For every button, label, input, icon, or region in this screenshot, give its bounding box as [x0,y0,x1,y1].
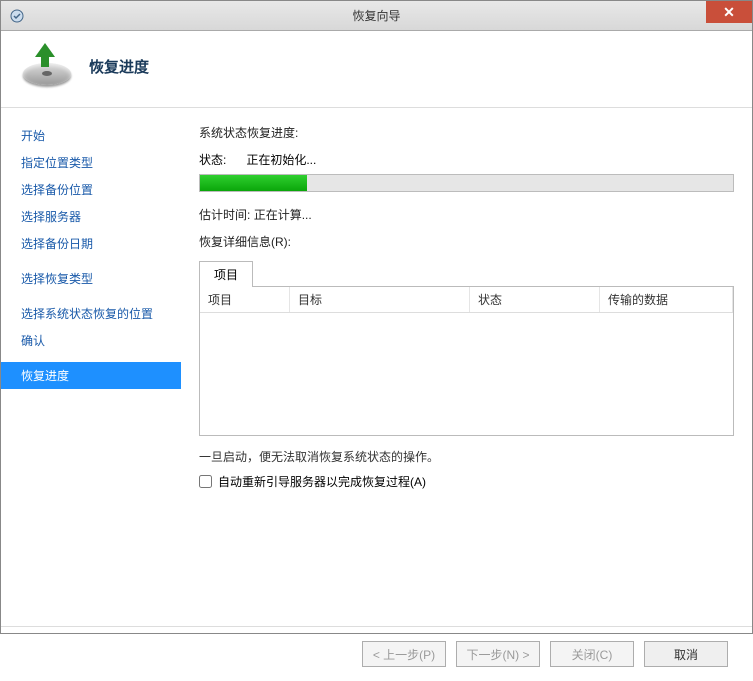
sidebar-item-start[interactable]: 开始 [1,122,181,149]
sidebar-item-backup-date[interactable]: 选择备份日期 [1,230,181,257]
page-title: 恢复进度 [89,56,149,77]
details-tabs: 项目 项目 目标 状态 传输的数据 [199,260,734,436]
estimate-label: 估计时间: [199,208,250,222]
status-row: 状态: 正在初始化... [199,151,734,168]
sidebar-item-recovery-type[interactable]: 选择恢复类型 [1,265,181,292]
sidebar-item-recovery-location[interactable]: 选择系统状态恢复的位置 [1,300,181,327]
close-wizard-button[interactable]: 关闭(C) [550,641,634,667]
recovery-icon [19,45,75,87]
window-title: 恢复向导 [352,7,400,24]
progress-fill [200,175,307,191]
estimate-row: 估计时间: 正在计算... [199,206,734,223]
col-status[interactable]: 状态 [470,287,600,312]
estimate-value: 正在计算... [254,208,312,222]
titlebar: 恢复向导 ✕ [1,1,752,31]
auto-reboot-row[interactable]: 自动重新引导服务器以完成恢复过程(A) [199,473,734,490]
prev-button[interactable]: < 上一步(P) [362,641,446,667]
next-button[interactable]: 下一步(N) > [456,641,540,667]
sidebar-item-server[interactable]: 选择服务器 [1,203,181,230]
sidebar-item-confirm[interactable]: 确认 [1,327,181,354]
warning-text: 一旦启动，便无法取消恢复系统状态的操作。 [199,448,734,465]
status-value: 正在初始化... [246,153,316,167]
col-target[interactable]: 目标 [290,287,470,312]
details-label: 恢复详细信息(R): [199,233,734,250]
cancel-button[interactable]: 取消 [644,641,728,667]
app-icon [9,8,25,24]
wizard-steps-sidebar: 开始 指定位置类型 选择备份位置 选择服务器 选择备份日期 选择恢复类型 选择系… [1,108,181,626]
auto-reboot-label: 自动重新引导服务器以完成恢复过程(A) [218,473,426,490]
sidebar-item-backup-location[interactable]: 选择备份位置 [1,176,181,203]
tab-items[interactable]: 项目 [199,261,253,287]
col-item[interactable]: 项目 [200,287,290,312]
wizard-footer: < 上一步(P) 下一步(N) > 关闭(C) 取消 [1,626,752,681]
progress-bar [199,174,734,192]
table-header: 项目 目标 状态 传输的数据 [200,287,733,313]
section-heading: 系统状态恢复进度: [199,124,734,141]
auto-reboot-checkbox[interactable] [199,475,212,488]
status-label: 状态: [199,151,243,168]
close-button[interactable]: ✕ [706,1,752,23]
main-content: 系统状态恢复进度: 状态: 正在初始化... 估计时间: 正在计算... 恢复详… [181,108,752,626]
col-data[interactable]: 传输的数据 [600,287,733,312]
sidebar-item-location-type[interactable]: 指定位置类型 [1,149,181,176]
wizard-header: 恢复进度 [1,31,752,108]
sidebar-item-progress[interactable]: 恢复进度 [1,362,181,389]
details-table: 项目 目标 状态 传输的数据 [199,286,734,436]
